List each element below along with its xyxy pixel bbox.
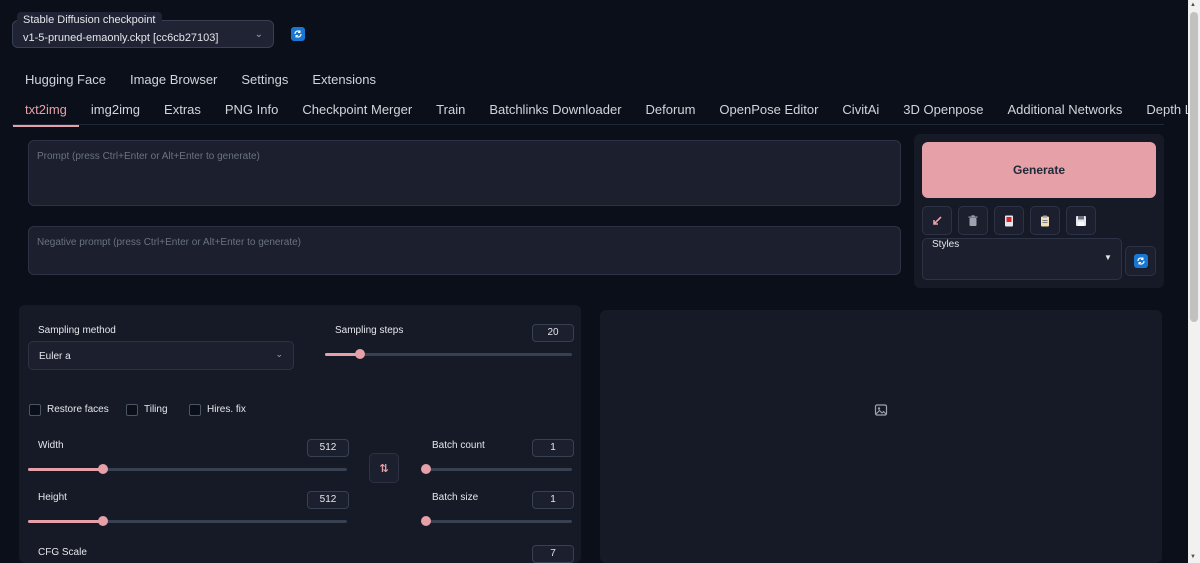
refresh-icon (294, 30, 302, 38)
scroll-up-icon[interactable]: ▲ (1190, 2, 1196, 8)
scroll-down-icon[interactable]: ▼ (1190, 554, 1196, 560)
sampling-steps-slider[interactable] (325, 349, 572, 359)
sampling-steps-label: Sampling steps (335, 325, 404, 336)
cfg-scale-label: CFG Scale (38, 547, 87, 558)
tab-checkpoint-merger[interactable]: Checkpoint Merger (290, 100, 424, 120)
clipboard-icon (1041, 215, 1049, 226)
slider-fill (28, 520, 103, 523)
batch-count-label: Batch count (432, 440, 485, 451)
checkpoint-value: v1-5-pruned-emaonly.ckpt [cc6cb27103] (23, 32, 219, 44)
hires-fix-label: Hires. fix (207, 404, 246, 415)
extra-networks-button[interactable] (994, 206, 1024, 235)
tab-deforum[interactable]: Deforum (634, 100, 708, 120)
checkpoint-refresh-button[interactable] (291, 27, 305, 41)
width-input[interactable]: 512 (307, 439, 349, 457)
tab-extras[interactable]: Extras (152, 100, 213, 120)
width-slider[interactable] (28, 464, 347, 474)
styles-refresh-button[interactable] (1125, 246, 1156, 276)
tab-image-browser[interactable]: Image Browser (118, 70, 229, 90)
batch-size-input[interactable]: 1 (532, 491, 574, 509)
tiling-label: Tiling (144, 404, 168, 415)
generate-button[interactable]: Generate (922, 142, 1156, 198)
caret-down-icon: ▼ (1104, 253, 1112, 262)
height-label: Height (38, 492, 67, 503)
red-card-icon (1005, 215, 1013, 226)
tab-civitai[interactable]: CivitAi (830, 100, 891, 120)
height-slider[interactable] (28, 516, 347, 526)
styles-label: Styles (932, 239, 960, 250)
apply-style-button[interactable] (1030, 206, 1060, 235)
sampling-method-label: Sampling method (38, 325, 116, 336)
tab-png-info[interactable]: PNG Info (213, 100, 290, 120)
restore-faces-checkbox[interactable] (29, 404, 41, 416)
slider-thumb[interactable] (421, 464, 431, 474)
tab-additional-networks[interactable]: Additional Networks (996, 100, 1135, 120)
slider-fill (28, 468, 103, 471)
checkpoint-label: Stable Diffusion checkpoint (17, 12, 162, 28)
tab-extensions[interactable]: Extensions (300, 70, 388, 90)
slider-thumb[interactable] (97, 464, 108, 474)
swap-dimensions-button[interactable]: ⇅ (369, 453, 399, 483)
tab-batchlinks-downloader[interactable]: Batchlinks Downloader (477, 100, 633, 120)
batch-count-input[interactable]: 1 (532, 439, 574, 457)
save-icon (1076, 215, 1086, 226)
trash-icon (968, 214, 978, 226)
slider-thumb[interactable] (421, 516, 431, 526)
main-tabs: txt2img img2img Extras PNG Info Checkpoi… (13, 100, 1200, 127)
sampling-method-select[interactable]: Euler a ⌄ (28, 341, 294, 370)
sampling-steps-input[interactable]: 20 (532, 324, 574, 342)
cfg-scale-input[interactable]: 7 (532, 545, 574, 563)
negative-prompt-input[interactable]: Negative prompt (press Ctrl+Enter or Alt… (28, 226, 901, 275)
prompt-placeholder: Prompt (press Ctrl+Enter or Alt+Enter to… (37, 151, 260, 162)
batch-count-slider[interactable] (421, 464, 572, 474)
swap-arrows-icon: ⇅ (379, 462, 389, 475)
batch-size-label: Batch size (432, 492, 479, 503)
scrollbar-thumb[interactable] (1190, 12, 1198, 322)
tab-hugging-face[interactable]: Hugging Face (13, 70, 118, 90)
tab-divider (12, 124, 1164, 125)
tab-3d-openpose[interactable]: 3D Openpose (891, 100, 995, 120)
tiling-checkbox[interactable] (126, 404, 138, 416)
hires-fix-checkbox[interactable] (189, 404, 201, 416)
slider-thumb[interactable] (354, 349, 365, 359)
prompt-input[interactable]: Prompt (press Ctrl+Enter or Alt+Enter to… (28, 140, 901, 206)
tab-img2img[interactable]: img2img (79, 100, 152, 120)
image-placeholder-icon (874, 404, 888, 416)
batch-size-slider[interactable] (421, 516, 572, 526)
chevron-down-icon: ⌄ (254, 29, 263, 40)
top-tabs: Hugging Face Image Browser Settings Exte… (13, 70, 388, 90)
refresh-icon (1136, 257, 1145, 265)
save-style-button[interactable] (1066, 206, 1096, 235)
sampling-method-value: Euler a (39, 351, 71, 362)
restore-faces-label: Restore faces (47, 404, 109, 415)
arrow-icon (933, 215, 942, 225)
tab-train[interactable]: Train (424, 100, 477, 120)
slider-thumb[interactable] (97, 516, 108, 526)
width-label: Width (38, 440, 64, 451)
clear-prompt-button[interactable] (958, 206, 988, 235)
tab-txt2img[interactable]: txt2img (13, 100, 79, 127)
negative-prompt-placeholder: Negative prompt (press Ctrl+Enter or Alt… (37, 237, 302, 248)
read-params-button[interactable] (922, 206, 952, 235)
output-gallery (600, 310, 1162, 563)
height-input[interactable]: 512 (307, 491, 349, 509)
chevron-down-icon: ⌄ (275, 349, 283, 359)
tab-settings[interactable]: Settings (229, 70, 300, 90)
tab-openpose-editor[interactable]: OpenPose Editor (707, 100, 830, 120)
